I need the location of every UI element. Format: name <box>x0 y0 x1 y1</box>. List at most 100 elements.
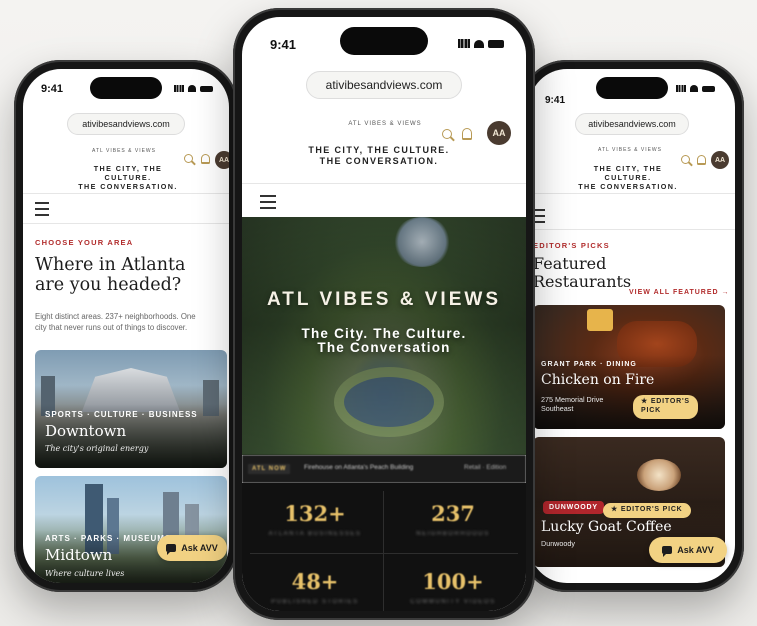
hero-subtitle-line2: The Conversation <box>317 340 451 356</box>
badge-line1: ★ EDITOR'S <box>641 398 690 405</box>
signal-icon <box>174 85 184 92</box>
section-heading: Where in Atlanta are you headed? <box>35 255 225 295</box>
avatar[interactable]: AA <box>711 151 729 169</box>
search-icon[interactable] <box>681 155 690 164</box>
status-time: 9:41 <box>545 95 566 106</box>
section-eyebrow: CHOOSE YOUR AREA <box>35 238 134 247</box>
area-tag: DUNWOODY <box>543 501 604 514</box>
status-time: 9:41 <box>41 83 64 95</box>
tagline-line1: THE CITY, THE CULTURE. <box>308 145 450 155</box>
url-bar[interactable]: ativibesandviews.com <box>67 113 185 135</box>
ask-avv-label: Ask AVV <box>677 545 714 555</box>
card-address: 275 Memorial Drive Southeast <box>541 395 603 414</box>
status-icons <box>174 85 213 92</box>
wifi-icon <box>474 39 484 48</box>
nav-divider <box>23 223 229 224</box>
tagline: THE CITY, THE CULTURE. THE CONVERSATION. <box>569 164 687 191</box>
ask-avv-button[interactable]: Ask AVV <box>649 537 727 563</box>
editors-pick-badge: ★ EDITOR'S PICK <box>603 503 691 518</box>
restaurant-card-chicken-on-fire[interactable]: GRANT PARK · DINING Chicken on Fire 275 … <box>533 305 725 429</box>
header-divider <box>23 193 229 194</box>
search-icon[interactable] <box>442 129 452 139</box>
url-bar[interactable]: ativibesandviews.com <box>575 113 689 135</box>
nav-divider <box>529 229 735 230</box>
center-phone: 9:41 ativibesandviews.com ATL VIBES & VI… <box>233 8 535 620</box>
stat-value: 100+ <box>422 569 484 594</box>
card-address: Dunwoody <box>541 539 575 548</box>
chat-icon <box>662 546 673 557</box>
card-title: Chicken on Fire <box>541 372 655 388</box>
ask-avv-label: Ask AVV <box>181 543 218 553</box>
dynamic-island <box>340 27 428 55</box>
header-divider <box>242 183 526 184</box>
body-line2: city that never runs out of things to di… <box>35 323 188 333</box>
wifi-icon <box>188 85 196 92</box>
menu-icon[interactable] <box>35 202 49 220</box>
ask-avv-button[interactable]: Ask AVV <box>157 535 227 561</box>
stat-value: 48+ <box>291 569 339 594</box>
bell-icon[interactable] <box>201 154 210 164</box>
bell-icon[interactable] <box>697 155 706 165</box>
dynamic-island <box>90 77 162 99</box>
avatar[interactable]: AA <box>487 121 511 145</box>
avatar[interactable]: AA <box>215 151 229 169</box>
section-eyebrow: EDITOR'S PICKS <box>533 241 610 250</box>
site-logo[interactable]: ATL VIBES & VIEWS <box>89 148 159 154</box>
tagline-line1: THE CITY, THE CULTURE. <box>593 164 663 182</box>
wifi-icon <box>690 85 698 92</box>
food-graphic <box>587 309 613 331</box>
battery-icon <box>200 85 213 92</box>
battery-icon <box>488 39 504 48</box>
heading-line2: are you headed? <box>35 275 182 296</box>
area-card-midtown[interactable]: ARTS · PARKS · MUSEUMS Midtown Where cul… <box>35 476 227 583</box>
left-screen: 9:41 ativibesandviews.com ATL VIBES & VI… <box>23 69 229 583</box>
area-card-downtown[interactable]: SPORTS · CULTURE · BUSINESS Downtown The… <box>35 350 227 468</box>
stat-label: PUBLISHED STORIES <box>271 599 359 605</box>
tagline-line1: THE CITY, THE CULTURE. <box>93 164 163 182</box>
card-subtitle: The city's original energy <box>45 444 149 453</box>
header-divider <box>529 193 735 194</box>
tagline-line2: THE CONVERSATION. <box>319 156 439 167</box>
stats-panel: 132+ ATLANTA BUSINESSES 237 NEIGHBORHOOD… <box>242 483 526 611</box>
news-ticker[interactable]: ATL NOW Firehouse on Atlanta's Peach Bui… <box>242 455 526 483</box>
signal-icon <box>458 39 470 48</box>
hero-title: ATL VIBES & VIEWS <box>267 289 501 310</box>
site-logo[interactable]: ATL VIBES & VIEWS <box>342 121 428 127</box>
section-body: Eight distinct areas. 237+ neighborhoods… <box>35 311 229 334</box>
stat-label: COMMUNITY VIDEOS <box>410 599 496 605</box>
stat-value: 132+ <box>284 501 346 526</box>
tagline-line2: THE CONVERSATION. <box>578 182 678 191</box>
editors-pick-badge: ★ EDITOR'S PICK <box>633 395 698 419</box>
card-subtitle: Where culture lives <box>45 569 125 578</box>
stat-label: NEIGHBORHOODS <box>416 531 490 537</box>
card-title: Midtown <box>45 546 113 564</box>
card-title: Lucky Goat Coffee <box>541 519 672 535</box>
ticker-text: Firehouse on Atlanta's Peach Building <box>304 464 414 471</box>
heading-line1: Where in Atlanta <box>35 255 186 275</box>
ticker-tag: ATL NOW <box>248 464 291 474</box>
hero-subtitle: The City. The Culture. The Conversation <box>242 326 526 356</box>
battery-icon <box>702 85 715 92</box>
tagline-line2: THE CONVERSATION. <box>78 182 178 191</box>
status-icons <box>676 85 715 92</box>
site-logo[interactable]: ATL VIBES & VIEWS <box>595 147 665 153</box>
search-icon[interactable] <box>184 154 193 163</box>
status-time: 9:41 <box>270 37 297 52</box>
card-meta: ARTS · PARKS · MUSEUMS <box>45 534 172 543</box>
stats-divider-v <box>383 491 384 611</box>
status-icons <box>458 39 504 48</box>
view-all-link[interactable]: VIEW ALL FEATURED → <box>629 289 730 296</box>
signal-icon <box>676 85 686 92</box>
stats-divider-h <box>250 553 518 554</box>
right-screen: 9:41 ativibesandviews.com ATL VIBES & VI… <box>529 69 735 583</box>
stat-value: 237 <box>431 501 475 526</box>
menu-icon[interactable] <box>260 195 276 213</box>
card-meta: SPORTS · CULTURE · BUSINESS <box>45 410 198 419</box>
chat-icon <box>166 544 177 555</box>
center-screen: 9:41 ativibesandviews.com ATL VIBES & VI… <box>242 17 526 611</box>
badge-line2: PICK <box>641 406 661 414</box>
url-bar[interactable]: ativibesandviews.com <box>306 71 462 99</box>
bell-icon[interactable] <box>462 128 472 140</box>
left-phone: 9:41 ativibesandviews.com ATL VIBES & VI… <box>14 60 238 592</box>
address-line1: 275 Memorial Drive <box>541 395 604 404</box>
